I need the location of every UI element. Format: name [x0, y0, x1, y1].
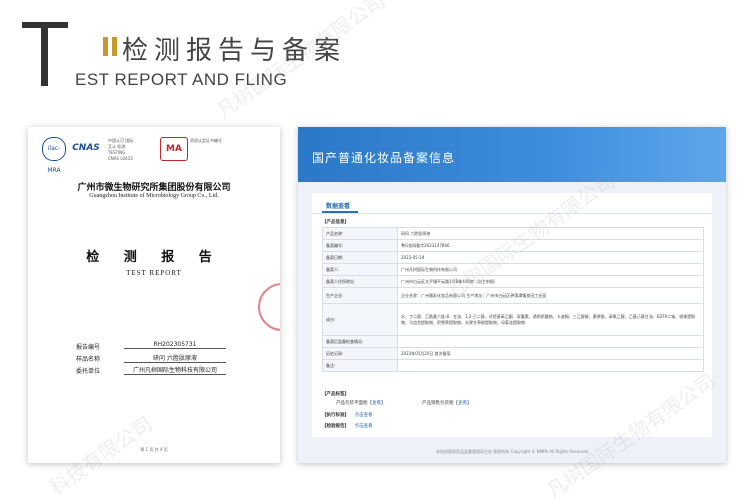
table-key: 生产企业:	[322, 287, 398, 304]
view-link[interactable]: 查看	[458, 401, 467, 406]
table-key: 备案人:	[322, 263, 398, 276]
table-key: 成分:	[322, 303, 398, 336]
page-number: 第 1 页 共 4 页	[140, 447, 168, 452]
table-key: 备案人住所地址:	[322, 275, 398, 288]
table-value	[397, 359, 704, 372]
tab-data-view[interactable]: 数据查看	[326, 201, 350, 210]
table-key: 备注:	[322, 359, 398, 372]
label-item: 产品包装平面图【查看】	[336, 401, 386, 406]
table-key: 备案后监督检查情况:	[322, 335, 398, 348]
table-value: 2023-05-19	[397, 251, 704, 264]
exec-standard-link[interactable]: 点击查看	[355, 413, 373, 418]
logo-letter-t	[22, 22, 68, 88]
section-exec-standard: 【执行标准】 点击查看	[322, 413, 373, 418]
table-value: 广州凡树国际生物科技有限公司	[397, 263, 704, 276]
section-test-report: 【检验报告】 点击查看	[322, 424, 373, 429]
org-name-cn: 广州市微生物研究所集团股份有限公司	[77, 183, 231, 193]
section-product-label: 【产品标签】	[322, 392, 349, 397]
table-row: 生产企业: 企业名称：广州雅彩化妆品有限公司 生产地址：广州市白云区钟落潭镇良田…	[322, 287, 704, 304]
table-value: 企业名称：广州雅彩化妆品有限公司 生产地址：广州市白云区钟落潭镇良田工业园	[397, 287, 704, 304]
table-row: 历史记录: 2023年05月20日 首次备案	[322, 347, 704, 360]
title-accent-bar	[103, 37, 108, 56]
label-item-name: 产品包装平面图	[336, 401, 368, 406]
ilac-logo: ilac-MRA	[42, 137, 66, 174]
red-seal-stamp	[258, 283, 280, 331]
site-title: 国产普通化妆品备案信息	[312, 151, 456, 165]
table-key: 备案日期:	[322, 251, 398, 264]
field-value: RH202305731	[124, 341, 226, 349]
report-title: 检 测 报 告	[86, 250, 222, 265]
table-value: 2023年05月20日 首次备案	[397, 347, 704, 360]
field-label: 委托单位	[76, 368, 101, 375]
cnas-cert-text: 中国认可 国际互认 检测 TESTING CNAS L0433	[108, 138, 134, 161]
view-link[interactable]: 查看	[372, 401, 381, 406]
table-row: 备注:	[322, 359, 704, 372]
field-value: 广州凡树国际生物科技有限公司	[124, 365, 226, 375]
section-product-info: 【产品信息】	[322, 220, 349, 225]
field-label: 报告编号	[76, 344, 101, 351]
report-title-en: TEST REPORT	[126, 269, 182, 277]
field-label: 样品名称	[76, 356, 101, 363]
table-value	[397, 335, 704, 348]
test-report-document: ilac-MRA CNAS 中国认可 国际互认 检测 TESTING CNAS …	[28, 127, 280, 463]
table-row: 备案后监督检查情况:	[322, 335, 704, 348]
cma-logo: MA	[160, 137, 188, 161]
table-row: 备案人: 广州凡树国际生物科技有限公司	[322, 263, 704, 276]
accreditation-logos: ilac-MRA CNAS 中国认可 国际互认 检测 TESTING CNAS …	[42, 137, 262, 174]
cnas-logo: CNAS	[72, 143, 100, 153]
org-name-en: Guangzhou Institute of Microbiology Grou…	[89, 193, 219, 199]
site-header: 国产普通化妆品备案信息	[298, 127, 726, 182]
field-value: 研问 六胜肽原液	[124, 353, 226, 363]
title-accent-bar	[112, 37, 117, 56]
label-item-name: 产品销售包装图	[422, 401, 454, 406]
table-value: 水、丁二醇、乙酰基六肽-8、甘油、1,2-己二醇、对羟基苯乙酮、尿囊素、透明质酸…	[397, 303, 704, 336]
table-row: 成分: 水、丁二醇、乙酰基六肽-8、甘油、1,2-己二醇、对羟基苯乙酮、尿囊素、…	[322, 303, 704, 336]
table-key: 备案编号:	[322, 239, 398, 252]
table-value: 粤G妆网备字2023147866	[397, 239, 704, 252]
label-item: 产品销售包装图【查看】	[422, 401, 472, 406]
table-row: 备案人住所地址: 广州市白云区太平镇平云路1号B栋406房（自主申报）	[322, 275, 704, 288]
table-key: 产品名称:	[322, 227, 398, 240]
cma-cert-text: 资质认定证书编号	[190, 138, 222, 143]
test-report-link[interactable]: 点击查看	[355, 424, 373, 429]
table-key: 历史记录:	[322, 347, 398, 360]
site-footer: 本站由国家药品监督管理局主办 版权所有 Copyright © NMPA All…	[436, 449, 588, 454]
divider	[312, 213, 712, 214]
